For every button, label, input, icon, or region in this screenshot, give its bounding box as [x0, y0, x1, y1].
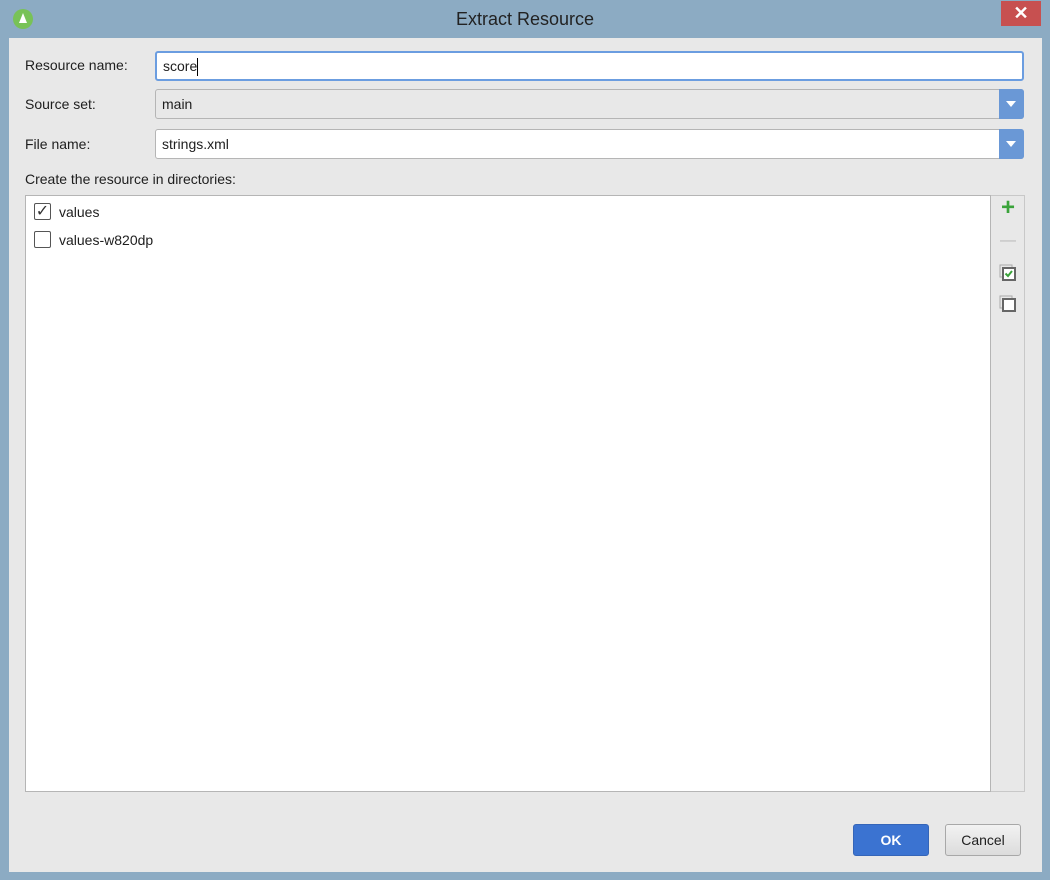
list-item[interactable]: ✓ values: [34, 203, 99, 220]
resource-name-label: Resource name:: [25, 57, 128, 73]
file-name-label: File name:: [25, 136, 91, 152]
resource-name-value: score: [163, 58, 198, 74]
ok-button[interactable]: OK: [853, 824, 929, 856]
file-name-combo[interactable]: strings.xml: [155, 129, 1024, 159]
select-all-icon[interactable]: [999, 264, 1017, 282]
source-set-label: Source set:: [25, 96, 96, 112]
source-set-select[interactable]: main: [155, 89, 1024, 119]
window-title: Extract Resource: [455, 9, 595, 29]
dialog-body: Resource name: score Source set: main Fi…: [9, 38, 1042, 872]
unselect-all-icon[interactable]: [999, 295, 1017, 313]
chevron-down-icon[interactable]: [999, 129, 1024, 159]
chevron-down-icon[interactable]: [999, 89, 1024, 119]
list-item[interactable]: values-w820dp: [34, 231, 153, 248]
checkbox-checked[interactable]: ✓: [34, 203, 51, 220]
remove-icon[interactable]: —: [999, 232, 1017, 250]
directory-label: values-w820dp: [59, 231, 154, 248]
directories-label: Create the resource in directories:: [25, 171, 236, 187]
list-toolbar: + —: [991, 195, 1025, 792]
cancel-button[interactable]: Cancel: [945, 824, 1021, 856]
resource-name-input[interactable]: score: [155, 51, 1024, 81]
directory-label: values: [59, 203, 100, 220]
directories-list[interactable]: ✓ values values-w820dp: [25, 195, 991, 792]
source-set-value: main: [162, 96, 193, 112]
text-caret: [197, 58, 199, 77]
checkbox-unchecked[interactable]: [34, 231, 51, 248]
add-icon[interactable]: +: [999, 196, 1017, 220]
file-name-value: strings.xml: [162, 136, 229, 152]
close-button[interactable]: ✕: [1001, 1, 1041, 26]
